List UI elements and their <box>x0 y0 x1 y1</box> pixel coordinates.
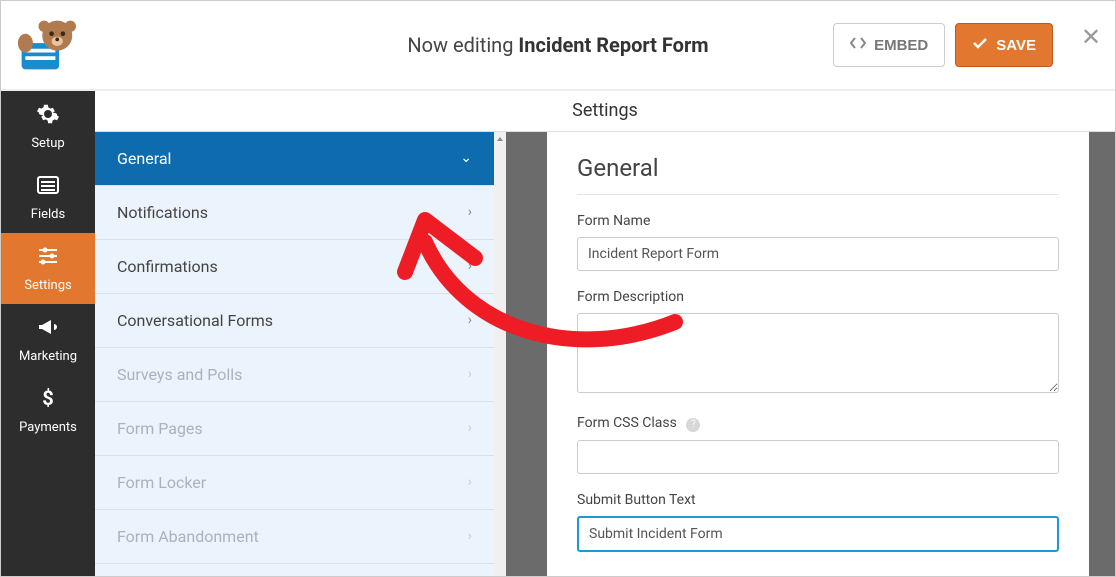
form-heading: General <box>577 154 1059 195</box>
svg-text:$: $ <box>42 386 53 410</box>
editing-prefix: Now editing <box>407 33 513 57</box>
settings-menu: General ⌄ Notifications › Confirmations … <box>95 132 495 576</box>
chevron-right-icon: › <box>468 474 472 490</box>
menu-label: Form Abandonment <box>117 527 259 546</box>
editing-form-title: Incident Report Form <box>518 33 708 57</box>
rail-label: Payments <box>19 420 77 435</box>
center-column: Settings General ⌄ Notifications › Confi… <box>95 91 1115 576</box>
menu-item-surveys-polls[interactable]: Surveys and Polls › <box>95 348 494 402</box>
menu-item-general[interactable]: General ⌄ <box>95 132 494 186</box>
rail-item-payments[interactable]: $ Payments <box>1 375 95 446</box>
label-submit-button-text: Submit Button Text <box>577 492 1059 508</box>
field-form-description: Form Description <box>577 289 1059 397</box>
close-icon: ✕ <box>1081 23 1101 51</box>
label-form-css-class: Form CSS Class ? <box>577 415 1059 432</box>
code-icon <box>850 35 866 55</box>
panel-body: General ⌄ Notifications › Confirmations … <box>95 132 1115 576</box>
field-form-css-class: Form CSS Class ? <box>577 415 1059 474</box>
menu-item-form-locker[interactable]: Form Locker › <box>95 456 494 510</box>
menu-label: Confirmations <box>117 257 218 276</box>
sliders-icon <box>36 244 60 272</box>
top-bar: Now editing Incident Report Form EMBED S… <box>1 1 1115 91</box>
chevron-right-icon: › <box>468 258 472 274</box>
chevron-down-icon: ⌄ <box>460 150 472 166</box>
list-icon <box>36 173 60 201</box>
menu-label: General <box>117 149 171 168</box>
gear-icon <box>36 102 60 130</box>
rail-item-fields[interactable]: Fields <box>1 162 95 233</box>
label-form-name: Form Name <box>577 213 1059 229</box>
rail-label: Marketing <box>19 349 77 364</box>
help-icon[interactable]: ? <box>686 418 700 432</box>
rail-label: Settings <box>24 278 71 293</box>
chevron-right-icon: › <box>468 420 472 436</box>
field-form-name: Form Name <box>577 213 1059 271</box>
app-logo <box>15 15 77 75</box>
embed-label: EMBED <box>874 37 928 54</box>
form-area-wrap: General Form Name Form Description Form … <box>495 132 1115 576</box>
close-button[interactable]: ✕ <box>1081 23 1101 67</box>
main-area: Setup Fields Settings Marketing $ Paymen… <box>1 91 1115 576</box>
menu-item-notifications[interactable]: Notifications › <box>95 186 494 240</box>
form-area: General Form Name Form Description Form … <box>547 132 1089 576</box>
rail-item-marketing[interactable]: Marketing <box>1 304 95 375</box>
menu-item-form-pages[interactable]: Form Pages › <box>95 402 494 456</box>
menu-label: Surveys and Polls <box>117 365 242 384</box>
dollar-icon: $ <box>36 386 60 414</box>
bullhorn-icon <box>36 315 60 343</box>
menu-item-confirmations[interactable]: Confirmations › <box>95 240 494 294</box>
top-actions: EMBED SAVE ✕ <box>833 23 1101 67</box>
input-submit-button-text[interactable] <box>577 516 1059 552</box>
rail-label: Setup <box>31 136 64 151</box>
save-button[interactable]: SAVE <box>955 23 1053 67</box>
menu-label: Form Pages <box>117 419 203 438</box>
input-form-name[interactable] <box>577 237 1059 271</box>
menu-item-form-abandonment[interactable]: Form Abandonment › <box>95 510 494 564</box>
menu-label: Notifications <box>117 203 208 222</box>
chevron-right-icon: › <box>468 204 472 220</box>
embed-button[interactable]: EMBED <box>833 23 945 67</box>
panel-title: Settings <box>572 100 638 121</box>
input-form-css-class[interactable] <box>577 440 1059 474</box>
left-rail: Setup Fields Settings Marketing $ Paymen… <box>1 91 95 576</box>
label-form-description: Form Description <box>577 289 1059 305</box>
menu-label: Conversational Forms <box>117 311 273 330</box>
rail-item-setup[interactable]: Setup <box>1 91 95 162</box>
menu-item-conversational-forms[interactable]: Conversational Forms › <box>95 294 494 348</box>
rail-item-settings[interactable]: Settings <box>1 233 95 304</box>
scrollbar[interactable] <box>494 132 506 576</box>
menu-label: Form Locker <box>117 473 206 492</box>
check-icon <box>972 35 988 55</box>
panel-header: Settings <box>95 91 1115 132</box>
chevron-right-icon: › <box>468 528 472 544</box>
rail-label: Fields <box>31 207 65 222</box>
field-submit-button-text: Submit Button Text <box>577 492 1059 552</box>
chevron-right-icon: › <box>468 366 472 382</box>
save-label: SAVE <box>996 37 1036 54</box>
chevron-right-icon: › <box>468 312 472 328</box>
scroll-up-icon <box>494 132 506 146</box>
input-form-description[interactable] <box>577 313 1059 393</box>
label-text: Form CSS Class <box>577 415 677 431</box>
